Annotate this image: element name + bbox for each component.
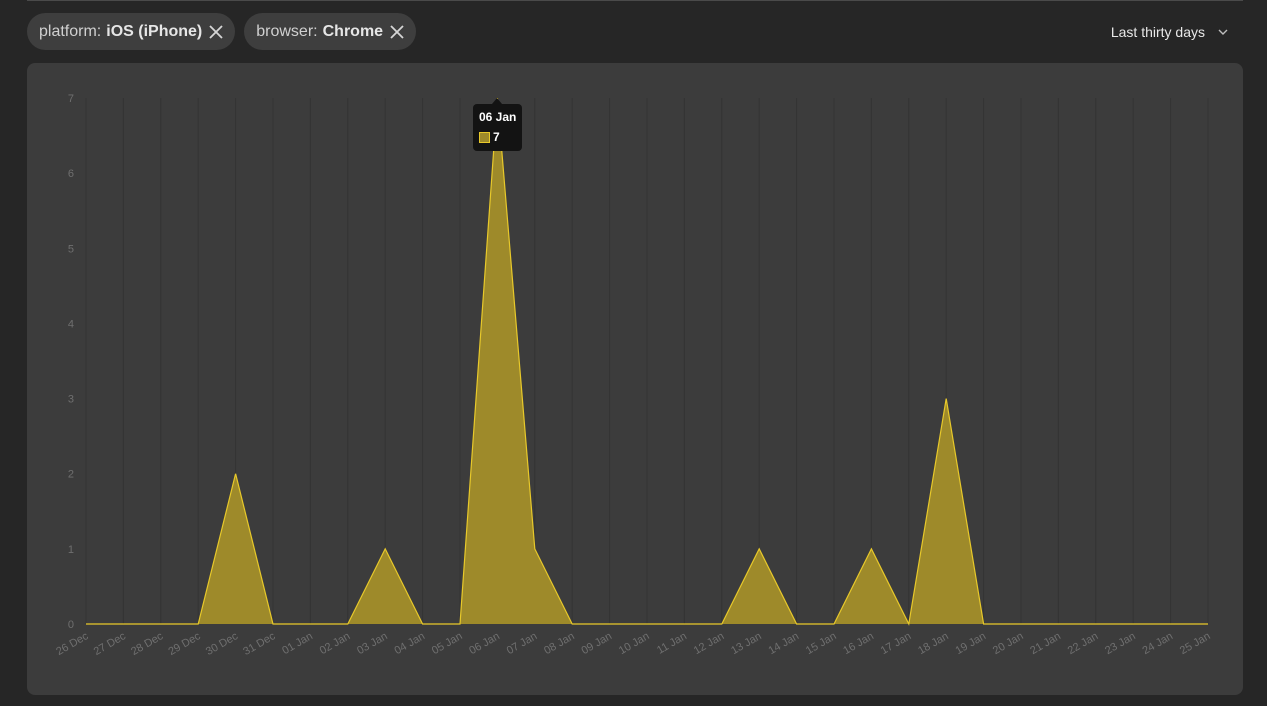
y-tick-label: 5 [68, 243, 74, 255]
y-tick-label: 6 [68, 168, 74, 180]
x-tick-label: 17 Jan [879, 630, 914, 657]
x-tick-label: 29 Dec [167, 630, 204, 658]
x-tick-label: 02 Jan [318, 630, 353, 657]
close-icon[interactable] [208, 24, 224, 40]
filter-chip-platform[interactable]: platform: iOS (iPhone) [27, 13, 236, 50]
x-tick-label: 08 Jan [542, 630, 577, 657]
x-tick-label: 19 Jan [953, 630, 988, 657]
x-tick-label: 30 Dec [204, 630, 241, 658]
y-tick-label: 3 [68, 394, 74, 406]
x-tick-label: 05 Jan [430, 630, 465, 657]
x-tick-label: 20 Jan [991, 630, 1026, 657]
date-range-label: Last thirty days [1110, 24, 1205, 40]
x-tick-label: 26 Dec [54, 630, 91, 658]
tooltip-date: 06 Jan [479, 110, 517, 124]
tooltip-row: 7 [479, 130, 522, 144]
chevron-down-icon [1218, 29, 1228, 35]
x-tick-label: 07 Jan [505, 630, 540, 657]
x-tick-label: 28 Dec [129, 630, 166, 658]
x-tick-label: 09 Jan [579, 630, 614, 657]
filter-key: platform: [39, 22, 102, 40]
x-tick-label: 14 Jan [766, 630, 801, 657]
x-tick-label: 31 Dec [241, 630, 278, 658]
chart-tooltip: 06 Jan 7 [473, 98, 522, 151]
y-tick-label: 2 [68, 469, 74, 481]
tooltip-caret [492, 98, 502, 104]
y-tick-label: 7 [68, 93, 74, 105]
top-divider [27, 0, 1243, 1]
area-chart[interactable]: 0 1 2 3 4 5 6 7 26 Dec 27 Dec 28 Dec 29 Dec 30 Dec 31… [27, 63, 1243, 695]
x-tick-label: 11 Jan [655, 630, 689, 657]
x-tick-label: 21 Jan [1028, 630, 1063, 657]
x-tick-label: 27 Dec [92, 630, 129, 658]
y-tick-label: 4 [68, 318, 74, 330]
x-tick-label: 18 Jan [916, 630, 951, 657]
x-tick-label: 15 Jan [804, 630, 839, 657]
x-tick-label: 16 Jan [841, 630, 876, 657]
x-tick-label: 24 Jan [1140, 630, 1175, 657]
x-tick-label: 10 Jan [617, 630, 652, 657]
x-tick-label: 13 Jan [729, 630, 764, 657]
tooltip-swatch [479, 131, 490, 143]
tooltip-value: 7 [493, 130, 500, 144]
x-tick-label: 12 Jan [692, 630, 727, 657]
date-range-dropdown[interactable]: Last thirty days [1111, 22, 1229, 42]
filter-bar: platform: iOS (iPhone) browser: Chrome [27, 13, 417, 50]
filter-value: Chrome [322, 22, 384, 40]
x-tick-label: 06 Jan [467, 630, 502, 657]
y-tick-label: 1 [68, 544, 74, 556]
close-icon[interactable] [389, 24, 405, 40]
filter-key: browser: [256, 22, 318, 40]
x-tick-label: 01 Jan [280, 630, 315, 657]
filter-value: iOS (iPhone) [106, 22, 203, 40]
x-tick-label: 25 Jan [1178, 630, 1213, 657]
filter-chip-browser[interactable]: browser: Chrome [244, 13, 417, 50]
x-tick-label: 04 Jan [392, 630, 427, 657]
x-tick-label: 23 Jan [1103, 630, 1138, 657]
chart-panel: 0 1 2 3 4 5 6 7 26 Dec 27 Dec 28 Dec 29 Dec 30 Dec 31… [27, 63, 1243, 695]
x-tick-label: 03 Jan [355, 630, 390, 657]
y-tick-label: 0 [68, 619, 74, 631]
x-tick-label: 22 Jan [1066, 630, 1101, 657]
